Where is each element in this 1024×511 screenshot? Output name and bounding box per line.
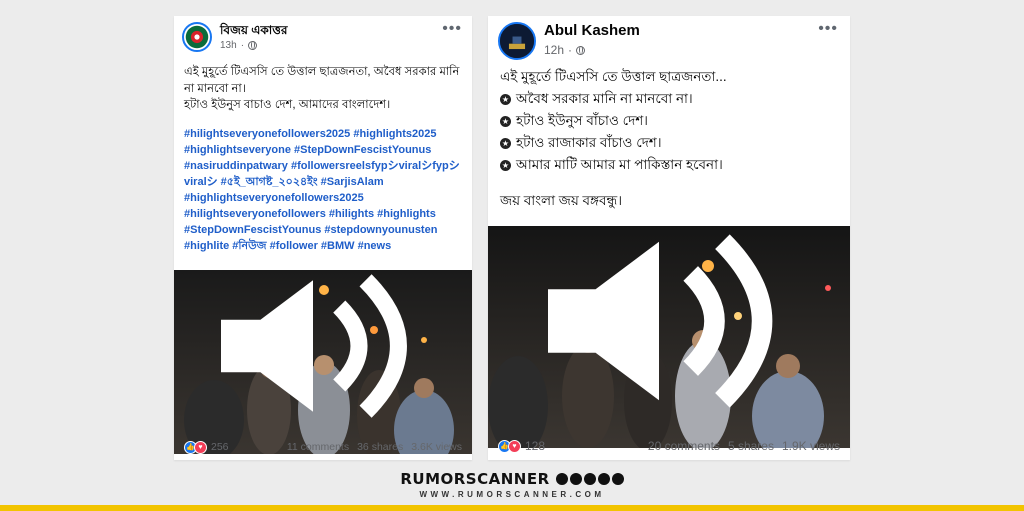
reaction-bar: 👍 ♥ 256 11 comments 36 shares 3.6K views xyxy=(174,436,472,458)
bullet-text: হটাও রাজাকার বাঁচাও দেশ। xyxy=(516,135,662,150)
bullet-item: ★ হটাও রাজাকার বাঁচাও দেশ। xyxy=(500,132,840,154)
reaction-count[interactable]: 256 xyxy=(211,441,229,453)
more-options-icon[interactable]: ••• xyxy=(818,20,838,38)
post-stats: 20 comments 5 shares 1.9K views xyxy=(648,439,840,453)
video-player[interactable] xyxy=(174,270,472,454)
avatar[interactable] xyxy=(498,22,536,60)
author-name[interactable]: বিজয় একাত্তর xyxy=(220,22,287,42)
post-text: এই মুহূর্তে টিএসসি তে উত্তাল ছাত্রজনতা, … xyxy=(184,66,460,111)
reaction-bar: 👍 ♥ 128 20 comments 5 shares 1.9K views xyxy=(488,434,850,458)
view-count: 3.6K views xyxy=(411,441,462,453)
reaction-icons[interactable]: 👍 ♥ xyxy=(498,439,521,453)
accent-bar xyxy=(0,505,1024,511)
video-player[interactable] xyxy=(488,226,850,448)
bullet-item: ★ হটাও ইউনুস বাঁচাও দেশ। xyxy=(500,110,840,132)
brand-url[interactable]: WWW.RUMORSCANNER.COM xyxy=(0,490,1024,499)
youtube-icon[interactable] xyxy=(569,473,582,485)
volume-icon[interactable] xyxy=(174,270,462,438)
post-stats: 11 comments 36 shares 3.6K views xyxy=(287,441,462,453)
brand-row: RUMORSCANNER xyxy=(0,470,1024,488)
more-options-icon[interactable]: ••• xyxy=(442,20,462,38)
post-intro: এই মুহূর্তে টিএসসি তে উত্তাল ছাত্রজনতা..… xyxy=(500,69,727,84)
post-header: বিজয় একাত্তর 13h · ••• xyxy=(174,16,472,60)
star-bullet-icon: ★ xyxy=(500,137,511,149)
love-icon: ♥ xyxy=(508,439,521,453)
author-name[interactable]: Abul Kashem xyxy=(544,22,640,39)
separator-dot: · xyxy=(240,40,245,51)
post-meta: 12h · xyxy=(544,43,586,57)
share-count[interactable]: 5 shares xyxy=(728,439,774,453)
brand-footer: RUMORSCANNER WWW.RUMORSCANNER.COM xyxy=(0,470,1024,499)
comment-count[interactable]: 20 comments xyxy=(648,439,720,453)
tiktok-icon[interactable] xyxy=(611,473,624,485)
post-header: Abul Kashem 12h · ••• xyxy=(488,16,850,60)
bullet-item: ★ অবৈধ সরকার মানি না মানবো না। xyxy=(500,88,840,110)
avatar[interactable] xyxy=(182,22,212,52)
share-count[interactable]: 36 shares xyxy=(357,441,403,453)
globe-icon xyxy=(576,45,586,55)
twitter-icon[interactable] xyxy=(583,473,596,485)
brand-name: RUMORSCANNER xyxy=(400,470,550,488)
separator-dot: · xyxy=(568,43,573,57)
post-closing: জয় বাংলা জয় বঙ্গবন্ধু। xyxy=(500,193,623,208)
social-icons xyxy=(555,473,624,485)
bullet-text: হটাও ইউনুস বাঁচাও দেশ। xyxy=(516,113,649,128)
post-meta: 13h · xyxy=(220,40,258,51)
post-body: এই মুহূর্তে টিএসসি তে উত্তাল ছাত্রজনতা..… xyxy=(488,66,850,212)
star-bullet-icon: ★ xyxy=(500,159,511,171)
globe-icon xyxy=(248,41,258,50)
reaction-count[interactable]: 128 xyxy=(525,439,545,453)
facebook-icon[interactable] xyxy=(555,473,568,485)
facebook-post-1: বিজয় একাত্তর 13h · ••• এই মুহূর্তে টিএস… xyxy=(174,16,472,460)
volume-icon[interactable] xyxy=(488,226,840,432)
instagram-icon[interactable] xyxy=(597,473,610,485)
facebook-post-2: Abul Kashem 12h · ••• এই মুহূর্তে টিএসসি… xyxy=(488,16,850,460)
bullet-text: আমার মাটি আমার মা পাকিস্তান হবেনা। xyxy=(516,157,723,172)
view-count: 1.9K views xyxy=(781,439,840,453)
comment-count[interactable]: 11 comments xyxy=(287,441,349,453)
timestamp[interactable]: 13h xyxy=(220,40,237,51)
star-bullet-icon: ★ xyxy=(500,115,511,127)
bullet-text: অবৈধ সরকার মানি না মানবো না। xyxy=(516,91,693,106)
post-body: এই মুহূর্তে টিএসসি তে উত্তাল ছাত্রজনতা, … xyxy=(174,64,472,254)
star-bullet-icon: ★ xyxy=(500,93,511,105)
timestamp[interactable]: 12h xyxy=(544,43,564,57)
bullet-item: ★ আমার মাটি আমার মা পাকিস্তান হবেনা। xyxy=(500,154,840,176)
love-icon: ♥ xyxy=(194,440,207,454)
reaction-icons[interactable]: 👍 ♥ xyxy=(184,440,207,454)
post-hashtags[interactable]: #hilightseveryonefollowers2025 #highligh… xyxy=(184,126,462,254)
